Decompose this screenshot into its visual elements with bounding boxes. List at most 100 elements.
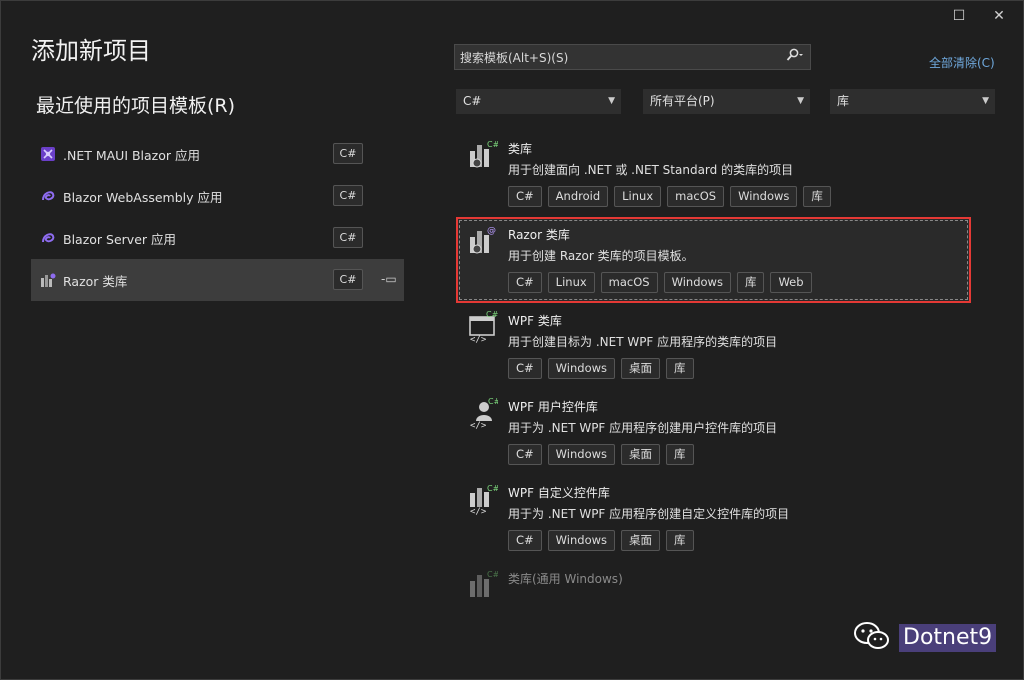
recent-templates-title: 最近使用的项目模板(R) [36, 95, 236, 117]
template-name: WPF 类库 [508, 314, 562, 328]
template-wpf-library[interactable]: C# </> WPF 类库 用于创建目标为 .NET WPF 应用程序的类库的项目… [456, 303, 971, 389]
pin-icon[interactable]: -▭ [381, 272, 397, 286]
svg-text:C#: C# [486, 311, 498, 319]
dialog-window: ☐ ✕ 添加新项目 最近使用的项目模板(R) .NET MAUI Blazor … [0, 0, 1024, 680]
recent-item-blazor-wasm[interactable]: Blazor WebAssembly 应用 C# [31, 175, 404, 217]
wpf-user-control-icon: C# </> [468, 397, 501, 431]
tag: Windows [663, 272, 731, 293]
maximize-icon: ☐ [952, 8, 966, 24]
platform-filter-value: 所有平台(P) [650, 94, 715, 108]
recent-item-blazor-server[interactable]: Blazor Server 应用 C# [31, 217, 404, 259]
template-description: 用于为 .NET WPF 应用程序创建自定义控件库的项目 [508, 507, 790, 521]
tag: 库 [666, 530, 694, 551]
template-tags: C# Windows 桌面 库 [508, 530, 694, 551]
platform-filter[interactable]: 所有平台(P) ▼ [643, 89, 810, 114]
tag: Android [547, 186, 609, 207]
chevron-down-icon: ▼ [797, 96, 804, 106]
template-description: 用于为 .NET WPF 应用程序创建用户控件库的项目 [508, 421, 778, 435]
tag: 库 [666, 358, 694, 379]
recent-item-label: Blazor WebAssembly 应用 [63, 189, 223, 205]
template-name: WPF 自定义控件库 [508, 486, 610, 500]
recent-item-label: Razor 类库 [63, 273, 128, 289]
maui-blazor-icon [39, 145, 57, 163]
tag: 桌面 [621, 444, 661, 465]
razor-library-icon [39, 271, 57, 289]
tag: Windows [547, 444, 616, 465]
template-description: 用于创建 Razor 类库的项目模板。 [508, 249, 694, 263]
clear-all-link[interactable]: 全部清除(C) [929, 54, 995, 71]
watermark-text: Dotnet9 [899, 624, 997, 652]
tag: macOS [600, 272, 658, 293]
template-name: WPF 用户控件库 [508, 400, 598, 414]
template-description: 用于创建面向 .NET 或 .NET Standard 的类库的项目 [508, 163, 794, 177]
search-box[interactable]: 搜索模板(Alt+S)(S) [454, 44, 811, 70]
svg-text:@: @ [487, 226, 496, 236]
chevron-down-icon: ▼ [982, 96, 989, 106]
wpf-custom-control-icon: C# </> [468, 483, 500, 517]
template-uwp-class-library[interactable]: C# 类库(通用 Windows) [456, 561, 971, 601]
tag: Windows [547, 358, 616, 379]
template-list: C# 类库 用于创建面向 .NET 或 .NET Standard 的类库的项目… [456, 131, 971, 601]
tag: Windows [547, 530, 616, 551]
language-tag: C# [333, 269, 363, 290]
uwp-library-icon: C# [468, 569, 500, 601]
tag: C# [508, 358, 542, 379]
svg-text:C#: C# [487, 484, 498, 493]
tag: 库 [666, 444, 694, 465]
template-tags: C# Windows 桌面 库 [508, 358, 694, 379]
svg-text:C#: C# [487, 140, 498, 149]
language-filter-value: C# [463, 94, 482, 108]
tag: 桌面 [621, 530, 661, 551]
template-tags: C# Android Linux macOS Windows 库 [508, 186, 831, 207]
tag: Linux [547, 272, 595, 293]
chevron-down-icon: ▼ [608, 96, 615, 106]
svg-text:</>: </> [470, 507, 487, 515]
blazor-icon [39, 229, 57, 247]
wechat-icon [853, 621, 891, 655]
class-library-icon: C# [468, 139, 500, 171]
tag: C# [508, 444, 542, 465]
template-tags: C# Windows 桌面 库 [508, 444, 694, 465]
project-type-filter-value: 库 [837, 94, 850, 108]
project-type-filter[interactable]: 库 ▼ [830, 89, 995, 114]
tag: 桌面 [621, 358, 661, 379]
blazor-icon [39, 187, 57, 205]
template-razor-library[interactable]: @ Razor 类库 用于创建 Razor 类库的项目模板。 C# Linux … [456, 217, 971, 303]
close-button[interactable]: ✕ [985, 5, 1013, 27]
template-wpf-custom-control-library[interactable]: C# </> WPF 自定义控件库 用于为 .NET WPF 应用程序创建自定义控… [456, 475, 971, 561]
tag: 库 [736, 272, 765, 293]
search-input[interactable]: 搜索模板(Alt+S)(S) [460, 49, 568, 66]
language-tag: C# [333, 143, 363, 164]
tag: macOS [667, 186, 725, 207]
close-icon: ✕ [993, 8, 1005, 24]
tag: Windows [730, 186, 798, 207]
tag: C# [508, 186, 542, 207]
tag: Linux [614, 186, 662, 207]
template-tags: C# Linux macOS Windows 库 Web [508, 272, 812, 293]
svg-text:</>: </> [470, 421, 487, 429]
recent-item-razor-library[interactable]: Razor 类库 C# -▭ [31, 259, 404, 301]
tag: C# [508, 272, 542, 293]
tag: C# [508, 530, 542, 551]
template-name: 类库(通用 Windows) [508, 572, 623, 586]
template-description: 用于创建目标为 .NET WPF 应用程序的类库的项目 [508, 335, 778, 349]
template-wpf-user-control-library[interactable]: C# </> WPF 用户控件库 用于为 .NET WPF 应用程序创建用户控件库… [456, 389, 971, 475]
language-tag: C# [333, 227, 363, 248]
razor-library-icon: @ [468, 225, 498, 257]
language-filter[interactable]: C# ▼ [456, 89, 621, 114]
template-name: Razor 类库 [508, 228, 570, 242]
dialog-title: 添加新项目 [31, 37, 151, 65]
recent-item-label: .NET MAUI Blazor 应用 [63, 147, 201, 163]
maximize-button[interactable]: ☐ [945, 5, 973, 27]
tag: Web [770, 272, 812, 293]
recent-item-label: Blazor Server 应用 [63, 231, 176, 247]
template-name: 类库 [508, 142, 533, 156]
recent-item-maui-blazor[interactable]: .NET MAUI Blazor 应用 C# [31, 133, 404, 175]
recent-templates-list: .NET MAUI Blazor 应用 C# Blazor WebAssembl… [31, 133, 404, 301]
tag: 库 [803, 186, 831, 207]
watermark: Dotnet9 [853, 621, 997, 655]
template-class-library[interactable]: C# 类库 用于创建面向 .NET 或 .NET Standard 的类库的项目… [456, 131, 971, 217]
svg-text:</>: </> [470, 335, 487, 343]
svg-text:C#: C# [488, 397, 498, 406]
search-icon[interactable] [786, 48, 804, 65]
